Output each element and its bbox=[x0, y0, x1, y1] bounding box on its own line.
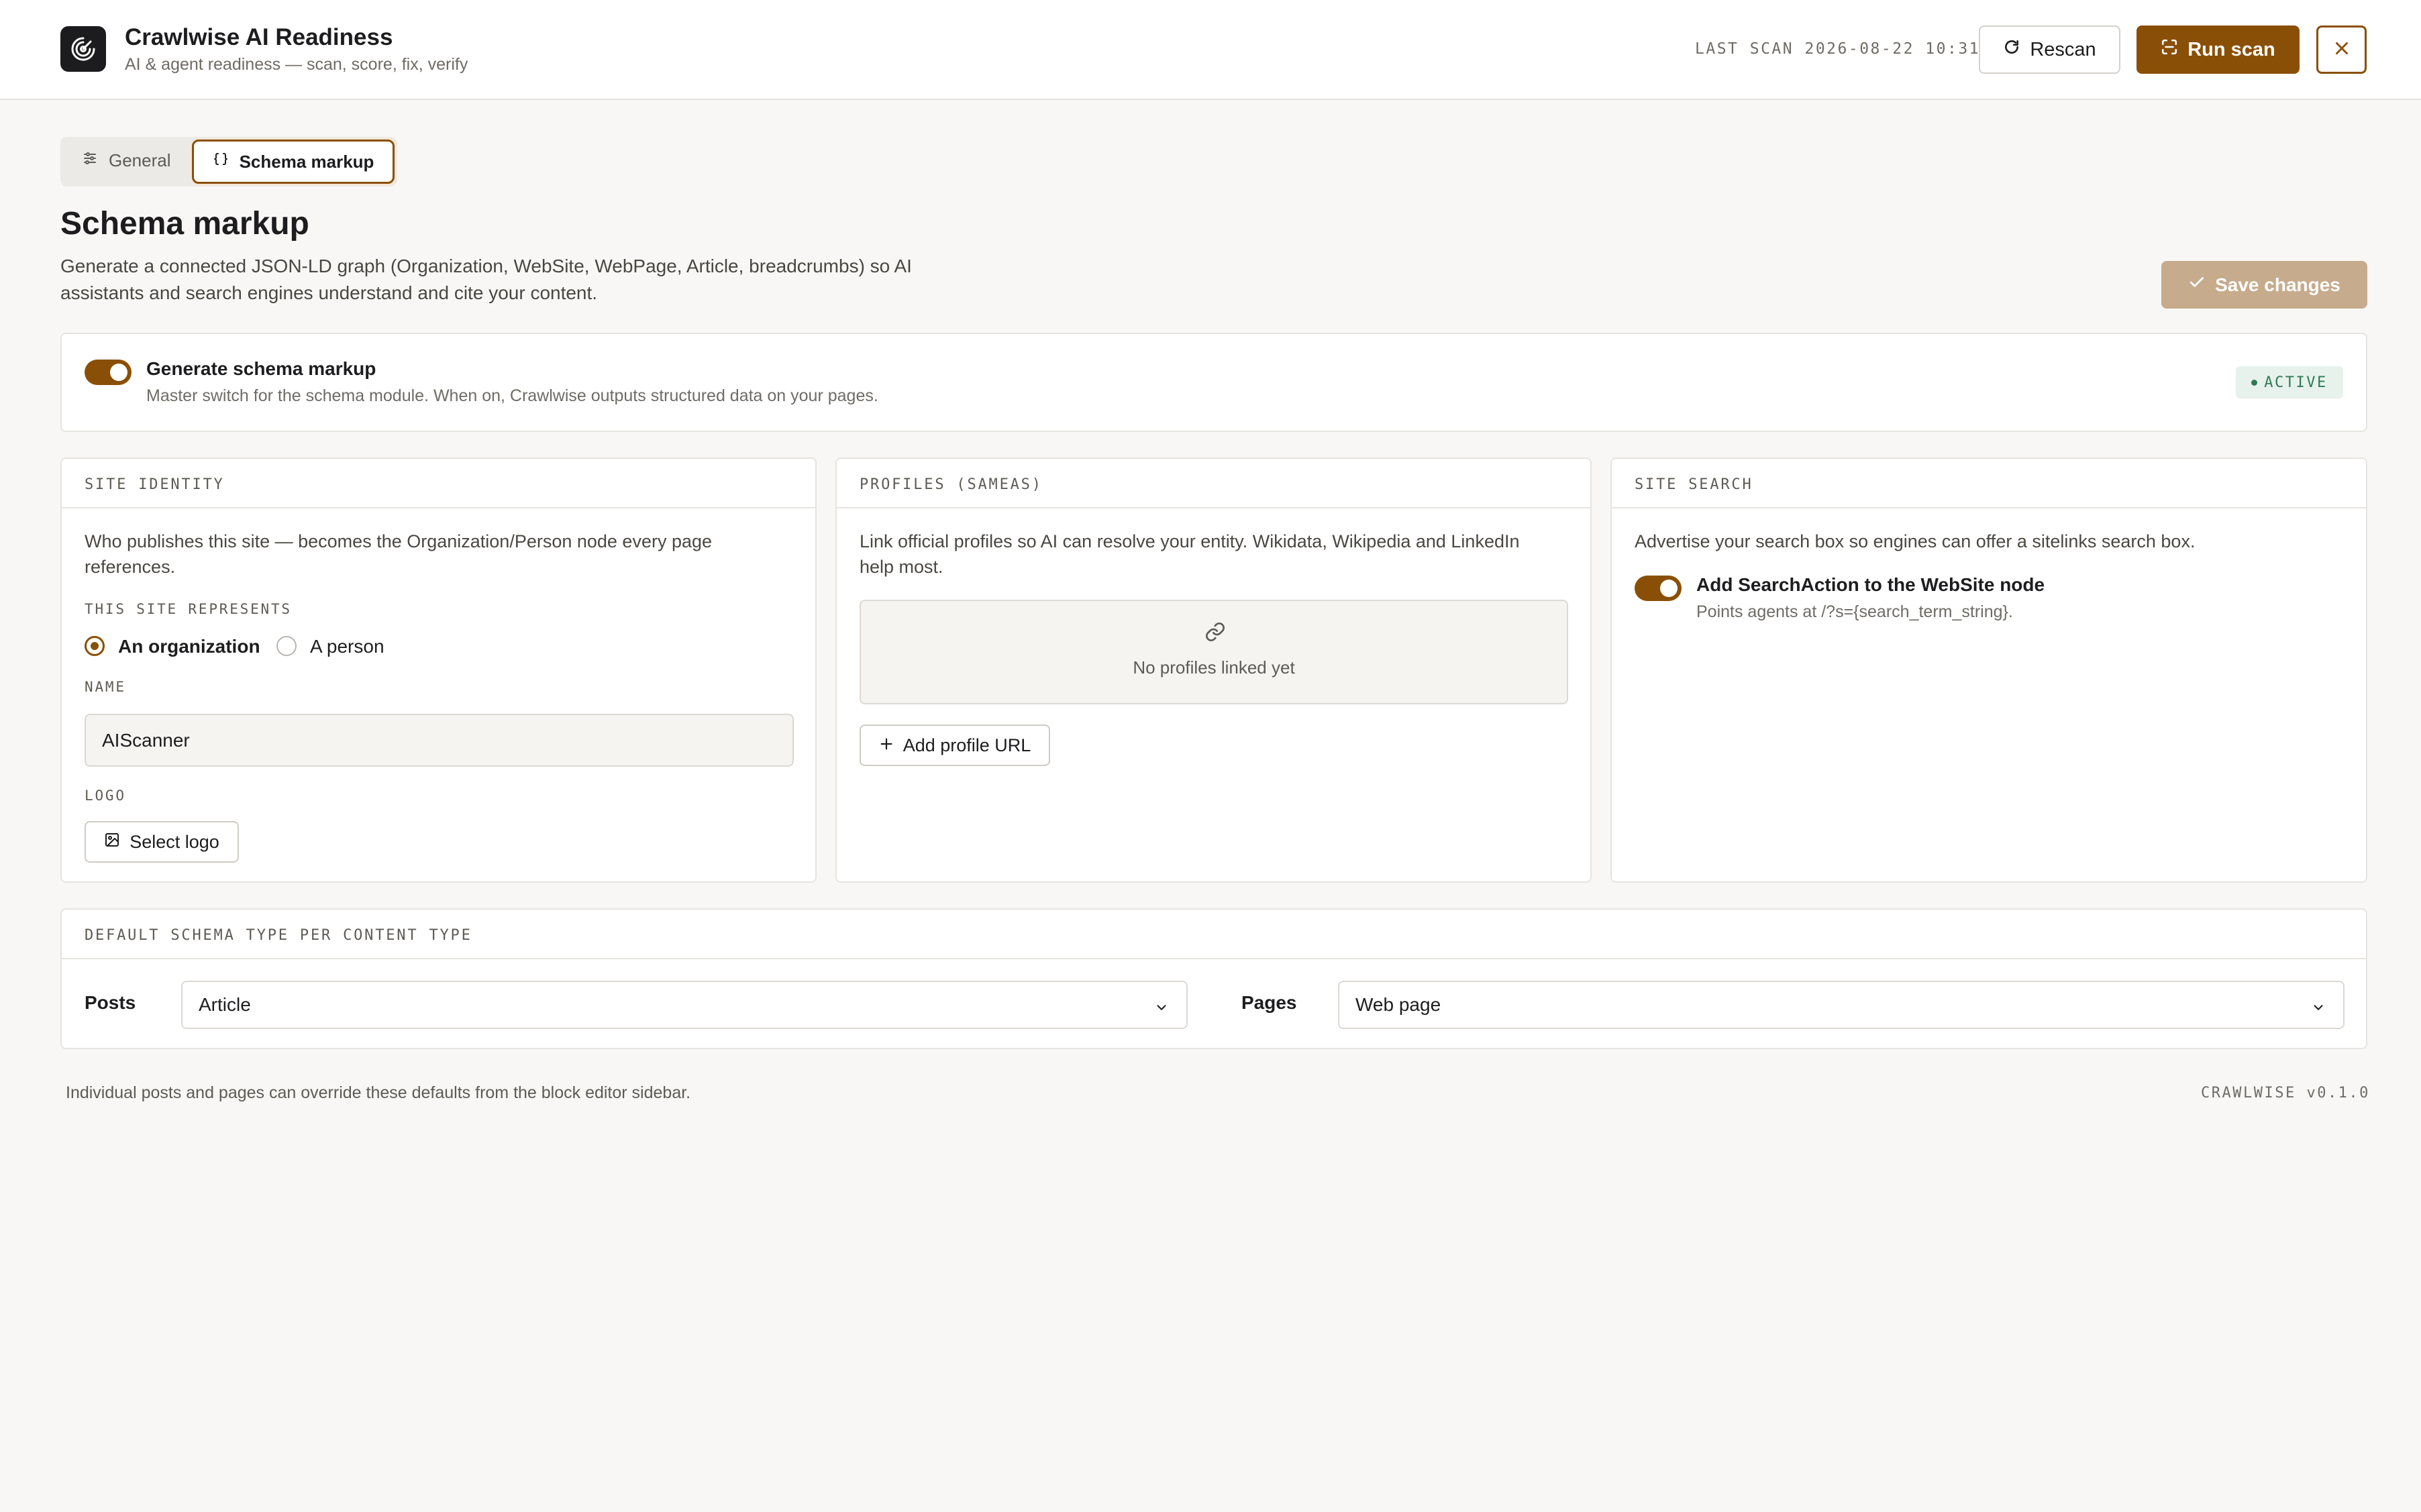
version-label: CRAWLWISE v0.1.0 bbox=[2201, 1085, 2370, 1101]
profiles-heading: PROFILES (SAMEAS) bbox=[860, 476, 1043, 493]
app-header: Crawlwise AI Readiness AI & agent readin… bbox=[0, 0, 2421, 100]
searchaction-toggle-label: Add SearchAction to the WebSite node bbox=[1696, 574, 2045, 595]
rescan-label: Rescan bbox=[2030, 38, 2096, 60]
save-changes-button[interactable]: Save changes bbox=[2161, 261, 2367, 309]
save-changes-label: Save changes bbox=[2215, 274, 2340, 295]
footer-note: Individual posts and pages can override … bbox=[66, 1083, 691, 1102]
tab-schema-label: Schema markup bbox=[239, 151, 374, 172]
image-icon bbox=[104, 832, 120, 853]
chevron-down-icon bbox=[1154, 998, 1169, 1020]
braces-icon bbox=[213, 152, 229, 172]
site-name-input[interactable]: AIScanner bbox=[85, 714, 794, 767]
card-header: DEFAULT SCHEMA TYPE PER CONTENT TYPE bbox=[62, 910, 2366, 959]
represents-label: THIS SITE REPRESENTS bbox=[85, 601, 292, 617]
profiles-empty-state: No profiles linked yet bbox=[860, 600, 1568, 704]
tab-general-label: General bbox=[109, 150, 171, 170]
rescan-button[interactable]: Rescan bbox=[1979, 25, 2120, 74]
check-icon bbox=[2188, 274, 2206, 296]
app-subtitle: AI & agent readiness — scan, score, fix,… bbox=[125, 55, 468, 74]
add-profile-url-label: Add profile URL bbox=[903, 735, 1031, 755]
radio-person[interactable] bbox=[276, 636, 297, 656]
site-identity-heading: SITE IDENTITY bbox=[85, 476, 225, 493]
page-title: Schema markup bbox=[60, 206, 309, 241]
schema-master-toggle[interactable] bbox=[85, 360, 132, 385]
profiles-card: PROFILES (SAMEAS) Link official profiles… bbox=[835, 457, 1592, 883]
card-header: SITE SEARCH bbox=[1612, 459, 2366, 508]
master-toggle-label: Generate schema markup bbox=[146, 358, 376, 379]
refresh-icon bbox=[2003, 38, 2020, 61]
run-scan-label: Run scan bbox=[2187, 38, 2275, 60]
profiles-description: Link official profiles so AI can resolve… bbox=[860, 531, 1520, 577]
default-schema-heading: DEFAULT SCHEMA TYPE PER CONTENT TYPE bbox=[85, 927, 472, 944]
site-identity-card: SITE IDENTITY Who publishes this site — … bbox=[60, 457, 817, 883]
tab-schema-markup[interactable]: Schema markup bbox=[192, 140, 395, 184]
status-badge-label: ACTIVE bbox=[2264, 374, 2328, 391]
plus-icon bbox=[879, 735, 894, 756]
site-search-description: Advertise your search box so engines can… bbox=[1635, 531, 2196, 551]
site-identity-description: Who publishes this site — becomes the Or… bbox=[85, 531, 713, 577]
pages-schema-value: Web page bbox=[1355, 994, 1441, 1015]
link-icon bbox=[1204, 621, 1226, 646]
site-search-card: SITE SEARCH Advertise your search box so… bbox=[1610, 457, 2367, 883]
site-search-heading: SITE SEARCH bbox=[1635, 476, 1753, 493]
searchaction-toggle[interactable] bbox=[1635, 576, 1682, 601]
posts-schema-select[interactable]: Article bbox=[181, 981, 1188, 1029]
settings-tabs: General Schema markup bbox=[60, 137, 397, 186]
posts-schema-value: Article bbox=[199, 994, 251, 1015]
add-profile-url-button[interactable]: Add profile URL bbox=[860, 724, 1050, 766]
name-label: NAME bbox=[85, 679, 126, 695]
default-schema-type-card: DEFAULT SCHEMA TYPE PER CONTENT TYPE Pos… bbox=[60, 908, 2367, 1049]
pages-schema-select[interactable]: Web page bbox=[1338, 981, 2345, 1029]
profiles-empty-text: No profiles linked yet bbox=[1133, 657, 1295, 678]
posts-label: Posts bbox=[85, 992, 136, 1013]
tab-general[interactable]: General bbox=[82, 150, 171, 171]
sliders-icon bbox=[82, 150, 98, 171]
master-toggle-help: Master switch for the schema module. Whe… bbox=[146, 386, 878, 405]
radio-organization-label[interactable]: An organization bbox=[118, 636, 260, 657]
page-description: Generate a connected JSON-LD graph (Orga… bbox=[60, 256, 912, 303]
radio-person-label[interactable]: A person bbox=[310, 636, 384, 657]
scan-icon bbox=[2161, 38, 2178, 61]
select-logo-button[interactable]: Select logo bbox=[85, 821, 239, 863]
last-scan-timestamp: LAST SCAN 2026-08-22 10:31 bbox=[1695, 40, 1981, 58]
close-button[interactable] bbox=[2316, 25, 2367, 74]
app-title: Crawlwise AI Readiness bbox=[125, 24, 393, 50]
radio-organization[interactable] bbox=[85, 636, 105, 656]
card-header: PROFILES (SAMEAS) bbox=[837, 459, 1590, 508]
close-icon bbox=[2333, 40, 2351, 60]
pages-label: Pages bbox=[1241, 992, 1297, 1013]
radar-icon bbox=[60, 26, 106, 72]
status-badge: ACTIVE bbox=[2236, 366, 2343, 398]
card-header: SITE IDENTITY bbox=[62, 459, 815, 508]
logo-label: LOGO bbox=[85, 788, 126, 804]
run-scan-button[interactable]: Run scan bbox=[2136, 25, 2300, 74]
master-switch-card: Generate schema markup Master switch for… bbox=[60, 333, 2367, 432]
status-dot bbox=[2251, 379, 2258, 386]
chevron-down-icon bbox=[2311, 998, 2326, 1020]
select-logo-label: Select logo bbox=[130, 831, 219, 852]
searchaction-toggle-help: Points agents at /?s={search_term_string… bbox=[1696, 602, 2013, 621]
